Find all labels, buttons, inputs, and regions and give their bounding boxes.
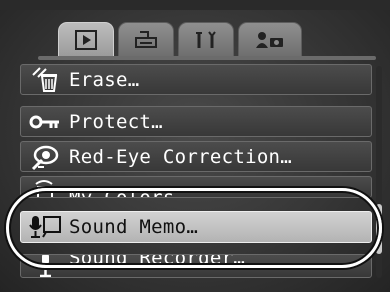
tab-playback[interactable] (58, 22, 114, 57)
menu-item-my-colors[interactable]: My Colors… (20, 176, 372, 198)
top-bar (0, 0, 390, 10)
tools-icon (196, 31, 216, 48)
menu-item-erase[interactable]: Erase… (20, 64, 372, 95)
tab-settings[interactable] (178, 22, 234, 57)
menu-item-label: My Colors… (69, 187, 187, 198)
protect-key-icon (21, 106, 69, 137)
erase-icon (21, 64, 69, 95)
menu-item-label: Protect… (69, 110, 163, 133)
menu-item-label: Sound Recorder… (69, 254, 246, 269)
sound-memo-icon (21, 212, 69, 243)
red-eye-icon (21, 141, 69, 172)
playback-icon (75, 30, 97, 50)
menu-item-red-eye[interactable]: Red-Eye Correction… (20, 141, 372, 172)
my-colors-icon (21, 177, 69, 197)
my-camera-icon (256, 32, 283, 48)
tab-print[interactable] (118, 22, 174, 57)
menu-item-sound-recorder[interactable]: Sound Recorder… (20, 254, 372, 278)
tab-strip-base (38, 56, 376, 60)
menu-item-label: Sound Memo… (69, 216, 199, 238)
menu-item-label: Erase… (69, 68, 140, 91)
tab-my-camera[interactable] (238, 22, 302, 57)
menu-item-sound-memo[interactable]: Sound Memo… (20, 211, 372, 243)
menu-item-label: Red-Eye Correction… (69, 145, 293, 168)
menu-item-protect[interactable]: Protect… (20, 106, 372, 137)
print-icon (135, 31, 157, 48)
scrollbar-thumb[interactable] (376, 204, 382, 254)
sound-recorder-icon (21, 255, 69, 277)
camera-menu-screen: Erase… Protect… Red-Eye Correction… My C… (0, 0, 390, 292)
